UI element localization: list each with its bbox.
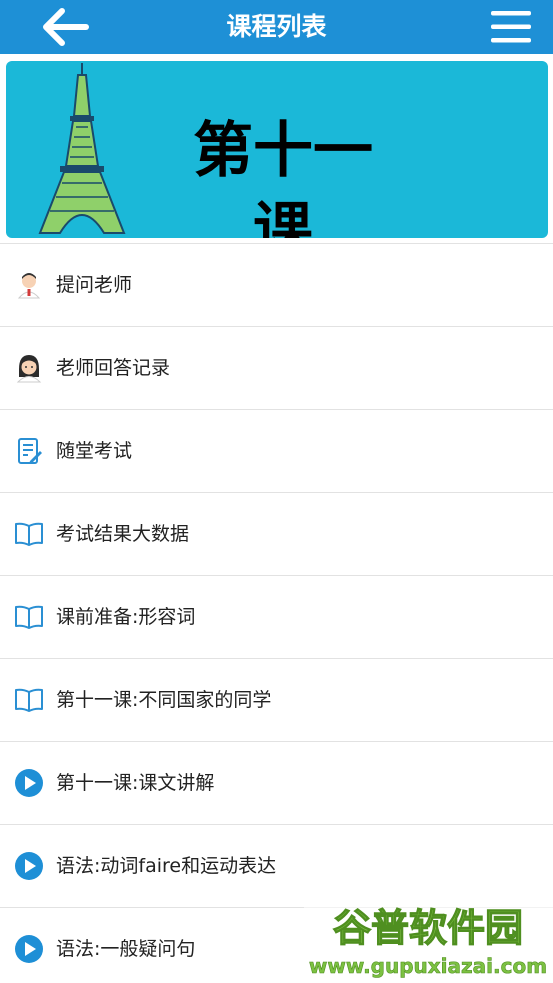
- lesson-banner: 第十一课: [6, 61, 548, 238]
- play-circle-icon: [15, 769, 43, 797]
- hamburger-menu-icon: [491, 11, 531, 43]
- item-label: 提问老师: [56, 274, 133, 296]
- eiffel-tower-illustration: [38, 63, 126, 234]
- arrow-left-icon: [43, 8, 89, 46]
- list-item-lesson-classmates[interactable]: 第十一课:不同国家的同学: [0, 658, 553, 741]
- list-item-class-exam[interactable]: 随堂考试: [0, 409, 553, 492]
- item-label: 第十一课:课文讲解: [56, 772, 215, 794]
- play-circle-icon: [15, 935, 43, 963]
- item-label: 老师回答记录: [56, 357, 171, 379]
- menu-button[interactable]: [486, 8, 536, 46]
- top-app-bar: 课程列表: [0, 0, 553, 54]
- list-item-ask-teacher[interactable]: 提问老师: [0, 243, 553, 326]
- lesson-menu-list: 提问老师 老师回答记录 随堂考试 考试结果大数据 课前准备:形容词 第十一课:不…: [0, 243, 553, 983]
- open-book-icon: [15, 605, 43, 629]
- list-item-answer-records[interactable]: 老师回答记录: [0, 326, 553, 409]
- item-label: 随堂考试: [56, 440, 133, 462]
- watermark-url: www.gupuxiazai.com: [309, 954, 547, 978]
- lesson-title: 第十一课: [193, 116, 373, 238]
- back-button[interactable]: [38, 6, 94, 48]
- watermark-title: 谷普软件园: [333, 906, 523, 950]
- exam-edit-icon: [18, 438, 42, 464]
- list-item-text-explanation[interactable]: 第十一课:课文讲解: [0, 741, 553, 824]
- item-label: 第十一课:不同国家的同学: [56, 689, 272, 711]
- open-book-icon: [15, 522, 43, 546]
- watermark-logo: 谷普软件园 www.gupuxiazai.com: [304, 895, 553, 983]
- item-label: 语法:动词faire和运动表达: [56, 855, 277, 877]
- list-item-prep-adjectives[interactable]: 课前准备:形容词: [0, 575, 553, 658]
- list-item-exam-big-data[interactable]: 考试结果大数据: [0, 492, 553, 575]
- play-circle-icon: [15, 852, 43, 880]
- item-label: 语法:一般疑问句: [56, 938, 196, 960]
- teacher-male-avatar-icon: [17, 273, 41, 299]
- item-label: 考试结果大数据: [56, 523, 190, 545]
- teacher-female-avatar-icon: [16, 355, 42, 383]
- item-label: 课前准备:形容词: [56, 606, 196, 628]
- open-book-icon: [15, 688, 43, 712]
